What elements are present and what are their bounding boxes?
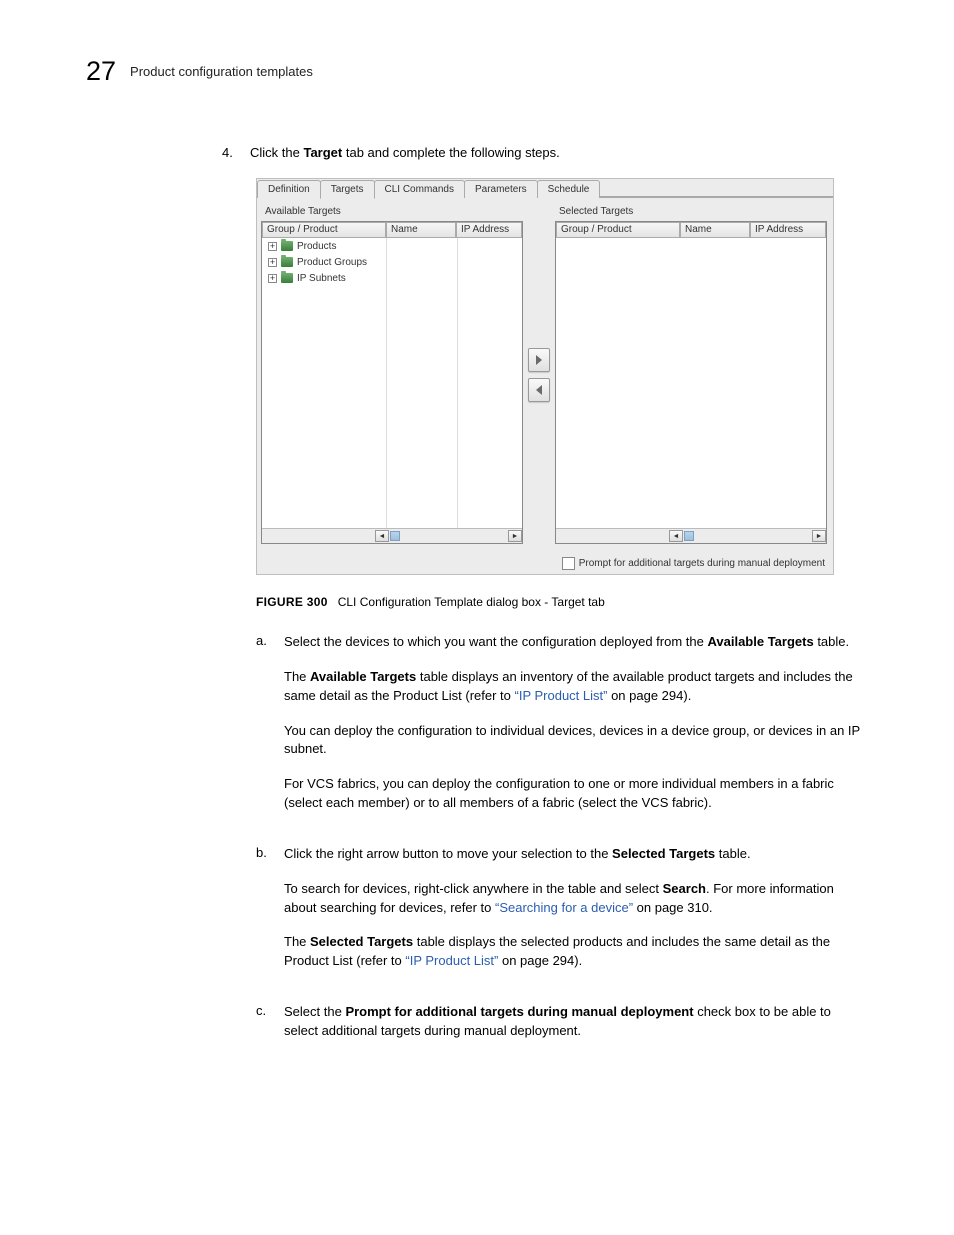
move-left-button[interactable] [528,378,550,402]
figure-label: FIGURE 300 [256,595,328,609]
tree-item-label: IP Subnets [297,273,346,284]
substep-a-p4: For VCS fabrics, you can deploy the conf… [284,775,864,813]
col-ip-address[interactable]: IP Address [456,222,522,238]
substep-b-p1: Click the right arrow button to move you… [284,845,864,864]
folder-icon [281,241,293,251]
substep-b: b. Click the right arrow button to move … [256,845,868,987]
folder-icon [281,257,293,267]
scroll-thumb[interactable] [390,531,400,541]
expand-icon[interactable]: + [268,242,277,251]
scroll-right-icon[interactable]: ► [812,530,826,542]
tab-targets[interactable]: Targets [320,180,375,199]
tab-schedule[interactable]: Schedule [537,180,601,198]
tree-item-ip-subnets[interactable]: + IP Subnets [262,270,522,286]
chevron-left-icon [534,385,544,395]
col-group-product[interactable]: Group / Product [556,222,680,238]
selected-targets-panel: Selected Targets Group / Product Name IP… [555,200,827,544]
tab-parameters[interactable]: Parameters [464,180,538,198]
figure-text: CLI Configuration Template dialog box - … [338,595,605,609]
substep-a-p3: You can deploy the configuration to indi… [284,722,864,760]
substep-a-p1: Select the devices to which you want the… [284,633,864,652]
page-number: 27 [86,56,116,87]
page-header: 27 Product configuration templates [86,56,868,87]
tree-item-label: Products [297,241,336,252]
substep-c-p1: Select the Prompt for additional targets… [284,1003,864,1041]
folder-icon [281,273,293,283]
selected-targets-tree[interactable] [556,238,826,528]
selected-hscroll[interactable]: ◄ ► [556,528,826,543]
scroll-right-icon[interactable]: ► [508,530,522,542]
header-title: Product configuration templates [130,64,313,79]
substep-a: a. Select the devices to which you want … [256,633,868,829]
chevron-right-icon [534,355,544,365]
transfer-arrows [523,220,555,530]
substep-letter: c. [256,1003,270,1057]
available-targets-header: Group / Product Name IP Address [262,222,522,238]
available-targets-tree[interactable]: + Products + Product Groups + [262,238,522,528]
prompt-additional-checkbox[interactable] [562,557,575,570]
figure-caption: FIGURE 300 CLI Configuration Template di… [256,595,868,609]
col-group-product[interactable]: Group / Product [262,222,386,238]
tree-item-products[interactable]: + Products [262,238,522,254]
substep-letter: a. [256,633,270,829]
substep-c: c. Select the Prompt for additional targ… [256,1003,868,1057]
tab-cli-commands[interactable]: CLI Commands [374,180,465,198]
expand-icon[interactable]: + [268,258,277,267]
scroll-left-icon[interactable]: ◄ [375,530,389,542]
link-ip-product-list-2[interactable]: “IP Product List” [405,953,498,968]
available-targets-title: Available Targets [265,206,523,217]
substep-letter: b. [256,845,270,987]
move-right-button[interactable] [528,348,550,372]
tab-definition[interactable]: Definition [257,180,321,198]
tree-item-label: Product Groups [297,257,367,268]
tree-item-product-groups[interactable]: + Product Groups [262,254,522,270]
step-text: Click the Target tab and complete the fo… [250,145,560,160]
expand-icon[interactable]: + [268,274,277,283]
cli-config-dialog: Definition Targets CLI Commands Paramete… [256,178,834,575]
substep-b-p2: To search for devices, right-click anywh… [284,880,864,918]
scroll-left-icon[interactable]: ◄ [669,530,683,542]
scroll-thumb[interactable] [684,531,694,541]
link-searching-device[interactable]: “Searching for a device” [495,900,633,915]
step-number: 4. [222,145,236,160]
available-targets-panel: Available Targets Group / Product Name I… [261,200,523,544]
tabs-row: Definition Targets CLI Commands Paramete… [257,179,833,198]
substep-b-p3: The Selected Targets table displays the … [284,933,864,971]
link-ip-product-list[interactable]: “IP Product List” [515,688,608,703]
col-name[interactable]: Name [680,222,750,238]
step-4: 4. Click the Target tab and complete the… [222,145,868,160]
selected-targets-title: Selected Targets [559,206,827,217]
available-hscroll[interactable]: ◄ ► [262,528,522,543]
prompt-additional-label: Prompt for additional targets during man… [579,558,825,569]
col-ip-address[interactable]: IP Address [750,222,826,238]
substep-a-p2: The Available Targets table displays an … [284,668,864,706]
col-name[interactable]: Name [386,222,456,238]
selected-targets-header: Group / Product Name IP Address [556,222,826,238]
dialog-footer: Prompt for additional targets during man… [257,552,833,574]
